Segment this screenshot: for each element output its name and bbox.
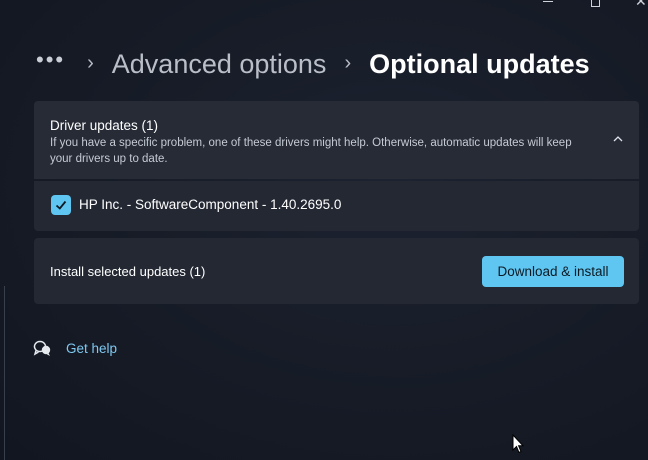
driver-updates-description: If you have a specific problem, one of t… [50, 137, 572, 165]
minimize-icon[interactable] [543, 1, 553, 2]
chevron-right-icon: › [344, 51, 352, 74]
driver-item-label: HP Inc. - SoftwareComponent - 1.40.2695.… [79, 197, 342, 212]
get-help-label: Get help [66, 340, 118, 356]
breadcrumb: ••• › Advanced options › Optional update… [36, 44, 590, 84]
help-chat-icon [33, 340, 51, 356]
install-updates-card: Install selected updates (1) Download & … [34, 238, 639, 304]
breadcrumb-advanced-options[interactable]: Advanced options [112, 49, 327, 80]
chevron-up-icon[interactable] [613, 134, 623, 144]
maximize-icon[interactable] [591, 0, 600, 7]
breadcrumb-more-button[interactable]: ••• [36, 49, 65, 71]
install-selected-label: Install selected updates (1) [50, 264, 206, 279]
page-title: Optional updates [369, 48, 590, 79]
driver-updates-title: Driver updates (1) [50, 118, 159, 133]
close-icon[interactable]: ✕ [635, 0, 647, 8]
mouse-cursor-icon [512, 434, 524, 454]
list-item[interactable]: HP Inc. - SoftwareComponent - 1.40.2695.… [34, 181, 639, 231]
driver-updates-header[interactable]: Driver updates (1) If you have a specifi… [34, 101, 639, 179]
divider [4, 286, 5, 460]
chevron-right-icon: › [87, 51, 94, 74]
checkmark-icon [55, 200, 67, 210]
get-help-link[interactable]: Get help [32, 338, 117, 358]
download-install-button[interactable]: Download & install [482, 256, 624, 287]
driver-checkbox[interactable] [51, 195, 71, 215]
